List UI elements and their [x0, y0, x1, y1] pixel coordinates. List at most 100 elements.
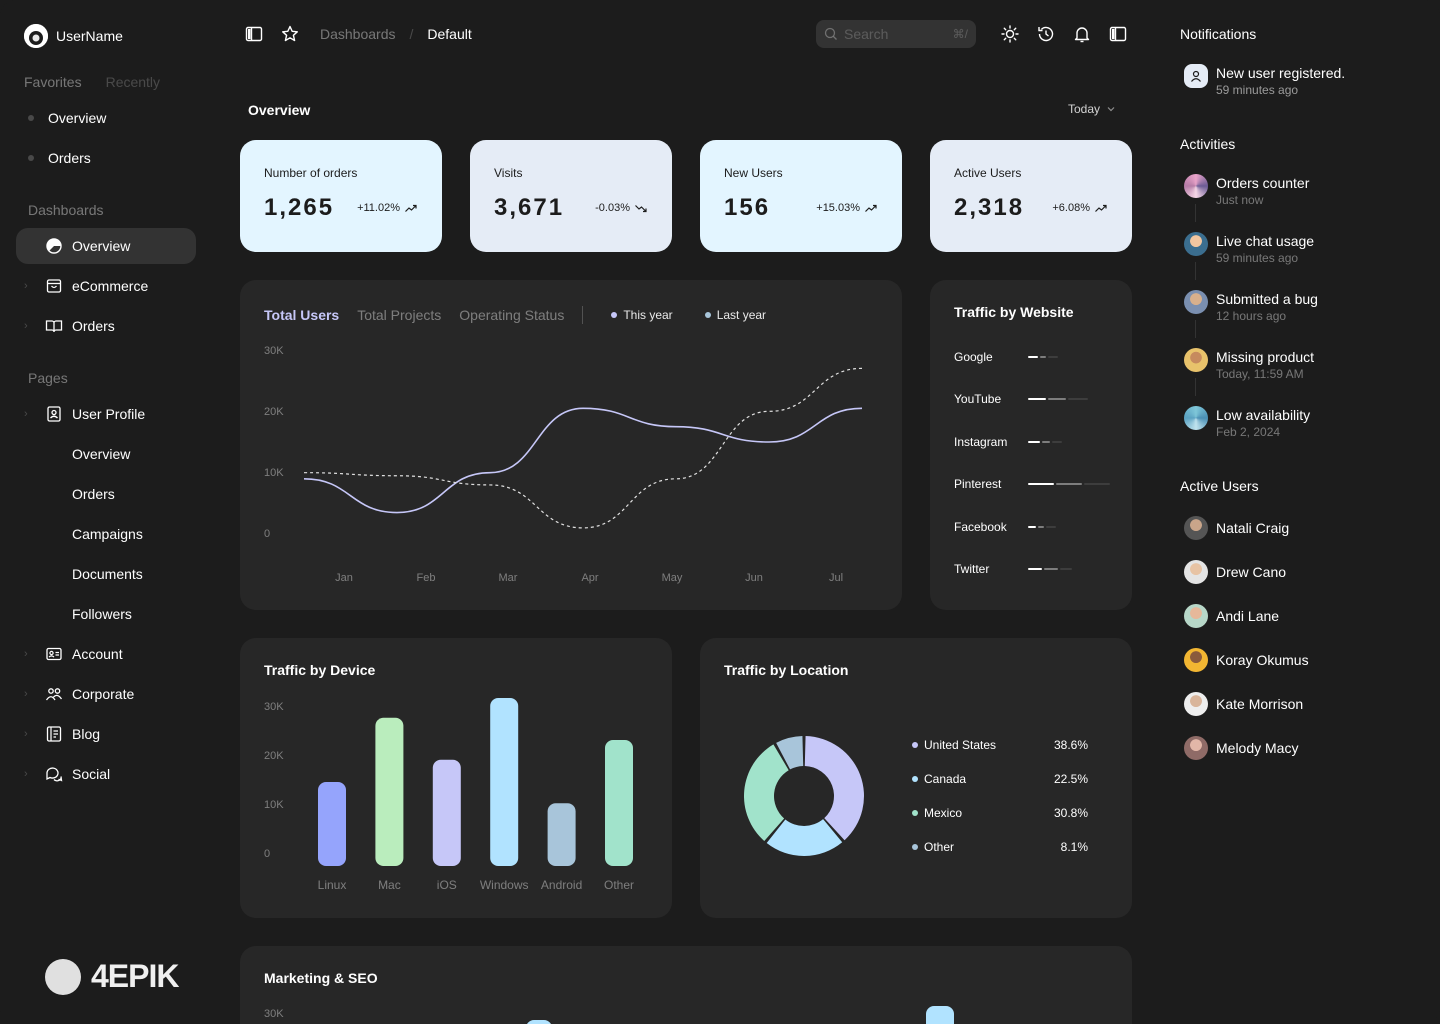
active-user-item[interactable]: Drew Cano — [1184, 560, 1286, 584]
kpi-card-active-users[interactable]: Active Users 2,318 +6.08% — [930, 140, 1132, 252]
sidebar-subitem-documents[interactable]: Documents — [72, 566, 143, 582]
sidebar-item-account[interactable]: › Account — [16, 636, 196, 672]
website-name: Twitter — [954, 562, 990, 576]
sidebar-subitem-campaigns[interactable]: Campaigns — [72, 526, 143, 542]
activity-item[interactable]: Submitted a bug 12 hours ago — [1184, 290, 1318, 324]
kpi-card-new-users[interactable]: New Users 156 +15.03% — [700, 140, 902, 252]
location-name: Canada — [924, 772, 967, 786]
y-tick: 10K — [264, 467, 284, 479]
chevron-right-icon: › — [24, 408, 28, 420]
star-icon[interactable] — [280, 24, 300, 44]
sidebar-subitem-followers[interactable]: Followers — [72, 606, 132, 622]
kpi-label: Active Users — [954, 166, 1022, 180]
user-menu[interactable]: UserName — [24, 24, 123, 48]
traffic-bar — [1028, 440, 1062, 443]
active-user-item[interactable]: Andi Lane — [1184, 604, 1279, 628]
website-row: Facebook — [954, 520, 1056, 534]
tab-recently[interactable]: Recently — [106, 74, 160, 90]
active-user-name: Melody Macy — [1216, 740, 1299, 756]
x-tick: iOS — [437, 878, 457, 892]
date-range-value: Today — [1068, 102, 1101, 116]
y-tick: 20K — [264, 406, 284, 418]
history-icon[interactable] — [1036, 24, 1056, 44]
brand-logo: 4EPIK — [45, 958, 179, 995]
chevron-right-icon: › — [24, 688, 28, 700]
x-tick: Android — [541, 878, 582, 892]
kpi-change: +15.03% — [816, 202, 860, 214]
bar-windows — [490, 698, 519, 866]
y-tick: 30K — [264, 1008, 284, 1020]
search-input[interactable]: Search ⌘/ — [816, 20, 976, 48]
dashboard-window: UserName Favorites Recently Overview Ord… — [0, 0, 1440, 1024]
active-user-item[interactable]: Koray Okumus — [1184, 648, 1309, 672]
bell-icon[interactable] — [1072, 24, 1092, 44]
sidebar-item-blog[interactable]: › Blog — [16, 716, 196, 752]
timeline-connector — [1195, 204, 1196, 222]
date-range-select[interactable]: Today — [1068, 102, 1116, 116]
active-user-item[interactable]: Kate Morrison — [1184, 692, 1303, 716]
website-name: YouTube — [954, 392, 1002, 407]
active-user-item[interactable]: Natali Craig — [1184, 516, 1289, 540]
tab-operating-status[interactable]: Operating Status — [459, 307, 564, 323]
sidebar-toggle-icon[interactable] — [244, 24, 264, 44]
logo-mark — [45, 958, 81, 995]
website-name: Google — [954, 350, 993, 364]
favorite-label: Overview — [48, 110, 107, 126]
sidebar-item-social[interactable]: › Social — [16, 756, 196, 792]
bullet-icon — [28, 155, 34, 161]
location-row: Canada 22.5% — [912, 772, 1088, 786]
breadcrumb-dashboards[interactable]: Dashboards — [320, 26, 396, 42]
active-user-item[interactable]: Melody Macy — [1184, 736, 1298, 760]
notification-text: New user registered. — [1216, 65, 1346, 81]
activity-avatar — [1184, 174, 1208, 198]
right-panel-toggle-icon[interactable] — [1108, 24, 1128, 44]
legend-label: This year — [623, 308, 673, 322]
card-title: Traffic by Website — [954, 304, 1074, 320]
sidebar-subitem-overview[interactable]: Overview — [72, 446, 130, 462]
sidebar-item-corporate[interactable]: › Corporate — [16, 676, 196, 712]
id-card-icon — [44, 644, 64, 664]
sidebar-item-orders[interactable]: › Orders — [16, 308, 196, 344]
search-placeholder: Search — [844, 26, 889, 42]
activity-item[interactable]: Missing product Today, 11:59 AM — [1184, 348, 1314, 382]
bar-other — [605, 740, 633, 866]
sidebar-item-overview[interactable]: Overview — [16, 228, 196, 264]
y-tick: 30K — [264, 701, 284, 713]
kpi-value: 3,671 — [494, 194, 565, 221]
trend-down-icon — [635, 205, 647, 213]
sidebar-subitem-orders[interactable]: Orders — [72, 486, 115, 502]
favorite-item-orders[interactable]: Orders — [28, 150, 91, 166]
website-row: YouTube — [954, 392, 1088, 406]
y-tick: 10K — [264, 799, 284, 811]
avatar — [1184, 560, 1208, 584]
activity-avatar — [1184, 348, 1208, 372]
sun-icon[interactable] — [1000, 24, 1020, 44]
kpi-label: Number of orders — [264, 166, 358, 180]
location-percent: 30.8% — [1053, 806, 1088, 820]
activity-item[interactable]: Orders counter Just now — [1184, 174, 1309, 208]
kpi-card-visits[interactable]: Visits 3,671 -0.03% — [470, 140, 672, 252]
kpi-card-orders[interactable]: Number of orders 1,265 +11.02% — [240, 140, 442, 252]
sidebar-item-user-profile[interactable]: › User Profile — [16, 396, 196, 432]
sidebar-item-label: Orders — [72, 318, 115, 334]
document-text-icon — [44, 724, 64, 744]
chart-bar — [926, 1006, 954, 1024]
chevron-right-icon: › — [24, 280, 28, 292]
notification-item[interactable]: New user registered. 59 minutes ago — [1184, 64, 1345, 98]
user-avatar — [24, 24, 48, 48]
legend-dot — [912, 810, 918, 816]
activity-text: Submitted a bug — [1216, 291, 1318, 307]
sidebar-item-ecommerce[interactable]: › eCommerce — [16, 268, 196, 304]
activity-item[interactable]: Live chat usage 59 minutes ago — [1184, 232, 1314, 266]
activity-item[interactable]: Low availability Feb 2, 2024 — [1184, 406, 1310, 440]
tab-total-users[interactable]: Total Users — [264, 307, 339, 323]
kpi-value: 156 — [724, 194, 771, 221]
activity-avatar — [1184, 232, 1208, 256]
x-tick: Feb — [417, 572, 436, 584]
tab-favorites[interactable]: Favorites — [24, 74, 82, 90]
tab-total-projects[interactable]: Total Projects — [357, 307, 441, 323]
favorite-item-overview[interactable]: Overview — [28, 110, 106, 126]
avatar — [1184, 516, 1208, 540]
x-tick: Linux — [318, 878, 347, 892]
legend-dot — [704, 312, 711, 318]
